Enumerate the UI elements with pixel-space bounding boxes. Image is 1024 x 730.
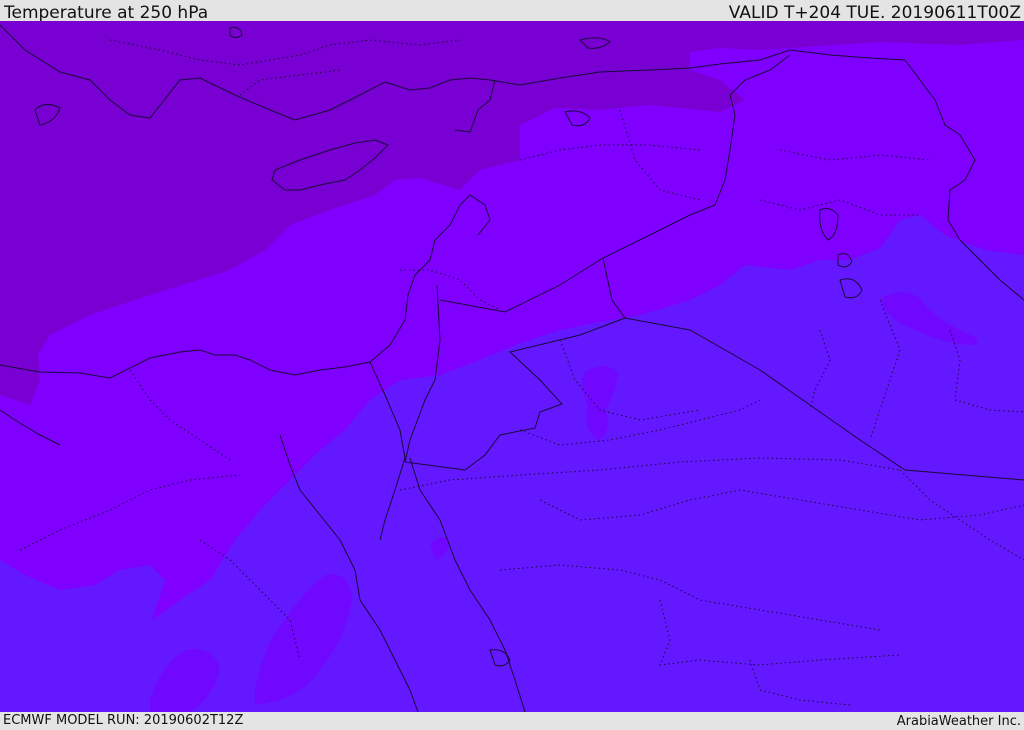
model-run: ECMWF MODEL RUN: 20190602T12Z [3, 713, 244, 728]
valid-time: VALID T+204 TUE. 20190611T00Z [728, 3, 1021, 23]
map-title: Temperature at 250 hPa [4, 3, 209, 23]
temperature-map [0, 21, 1024, 712]
footer-bar: ECMWF MODEL RUN: 20190602T12Z ArabiaWeat… [0, 712, 1024, 729]
credit: ArabiaWeather Inc. [896, 714, 1021, 729]
header-bar: Temperature at 250 hPa VALID T+204 TUE. … [0, 0, 1024, 23]
